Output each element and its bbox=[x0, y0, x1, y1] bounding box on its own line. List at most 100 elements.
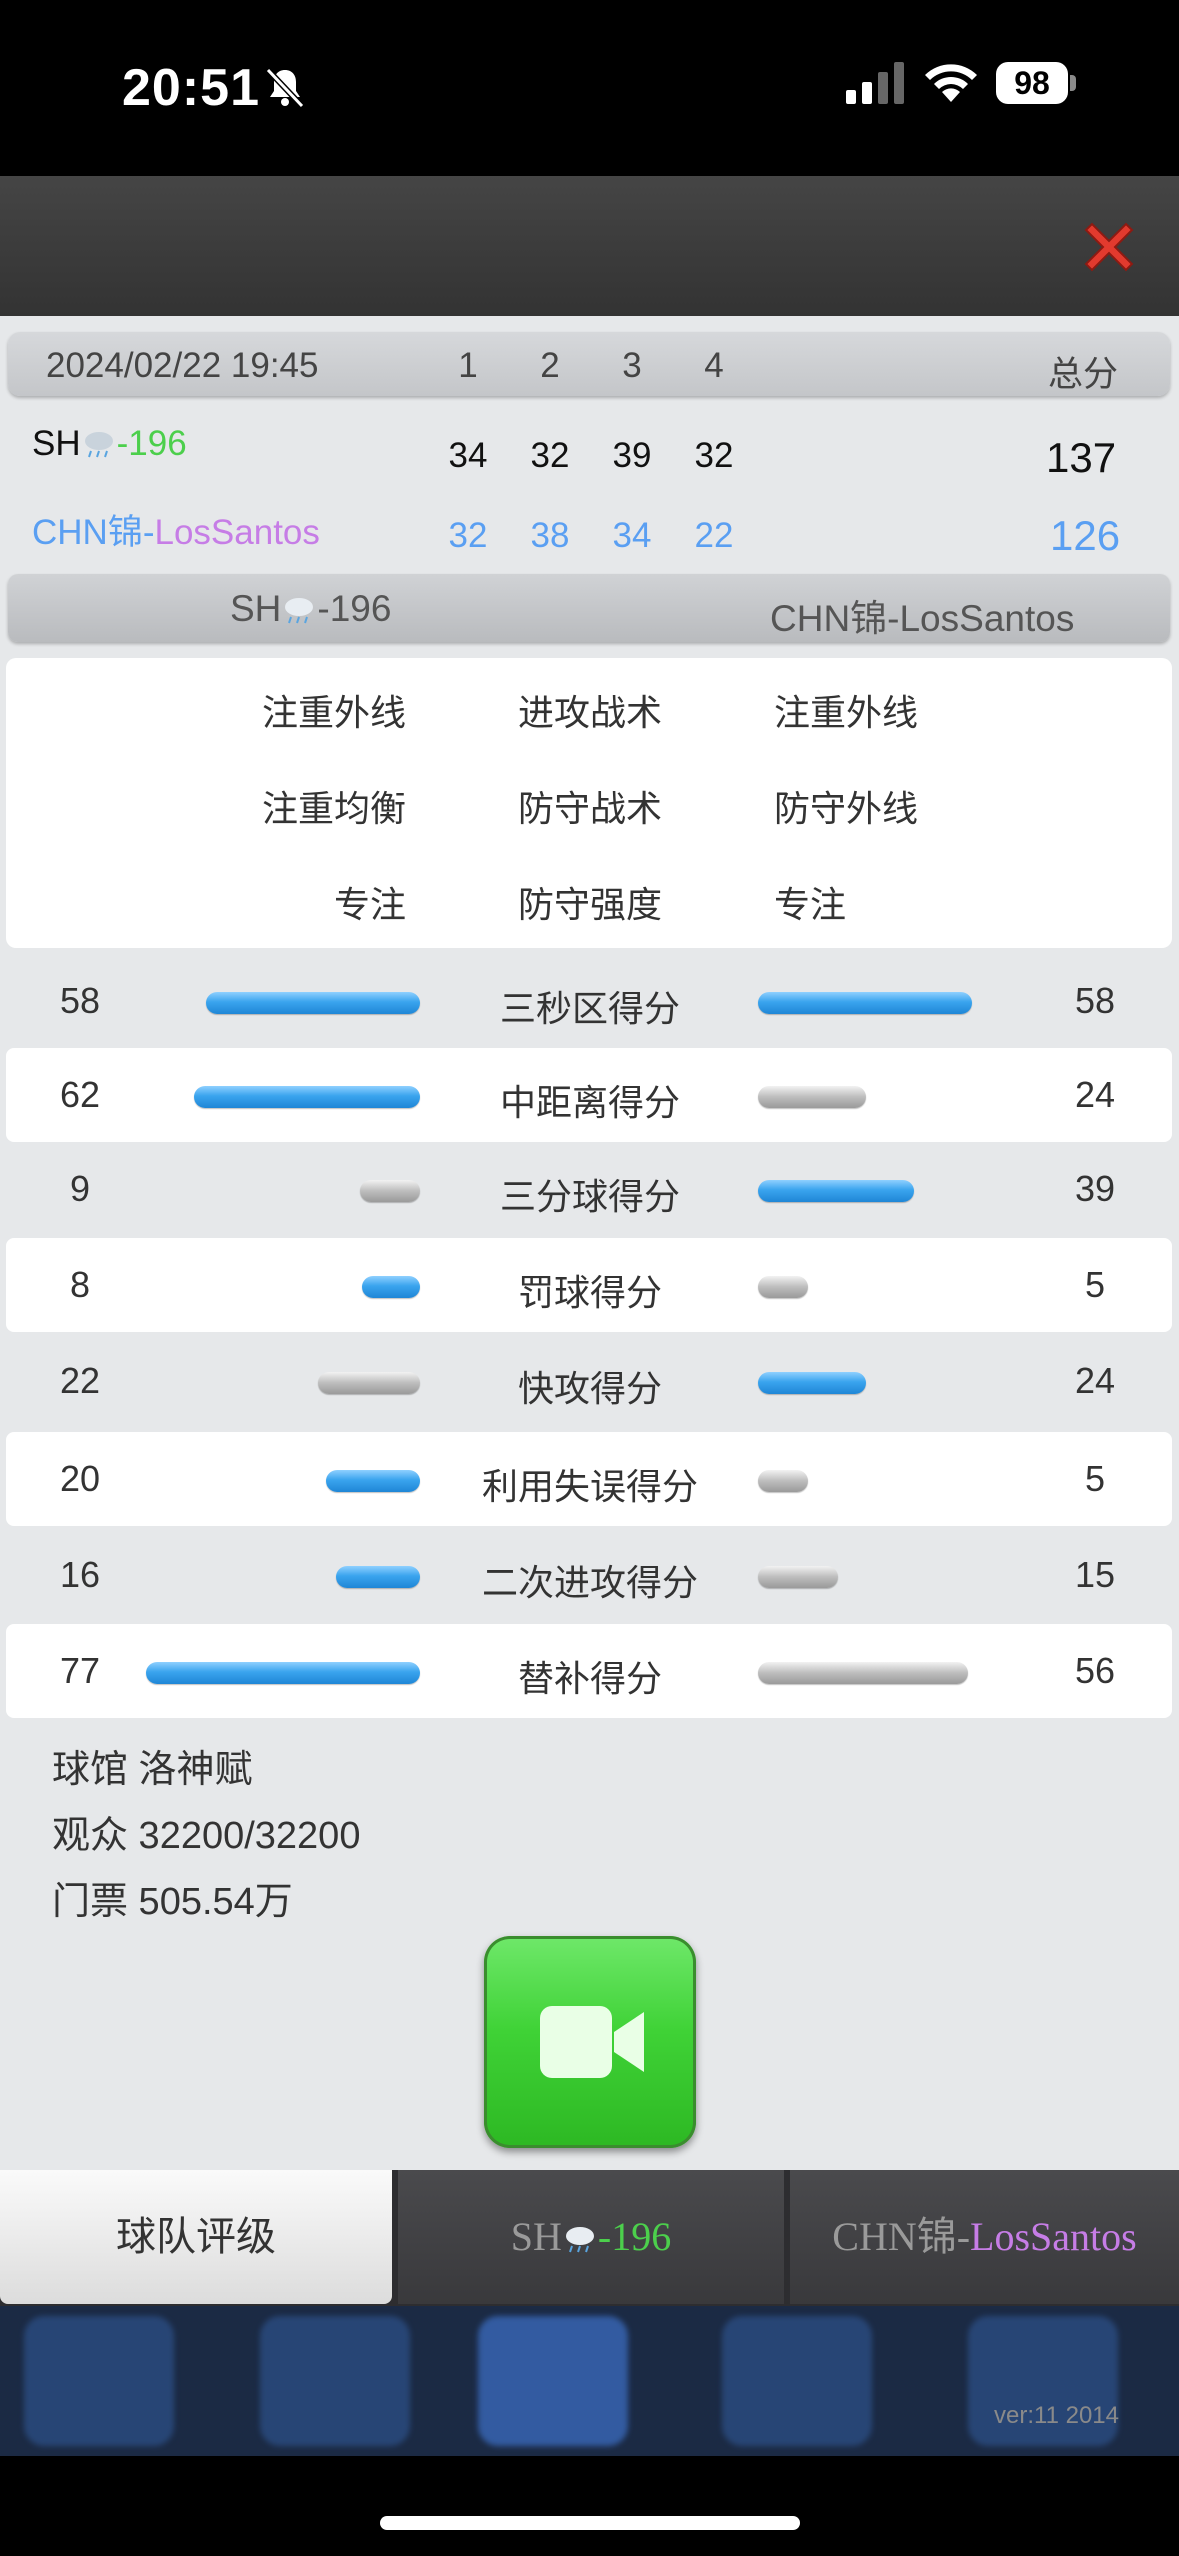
stat-home-value: 8 bbox=[69, 1264, 91, 1305]
stat-away-value: 24 bbox=[1074, 1360, 1116, 1401]
quarter-3-label: 3 bbox=[622, 346, 642, 385]
battery-level: 98 bbox=[996, 62, 1068, 104]
video-camera-icon bbox=[540, 2006, 644, 2078]
stat-row: 8 罚球得分 5 bbox=[6, 1238, 1172, 1332]
home-q1: 34 bbox=[448, 436, 488, 475]
stat-label: 三秒区得分 bbox=[499, 988, 680, 1029]
stat-away-value: 56 bbox=[1074, 1650, 1116, 1691]
home-total: 137 bbox=[1046, 434, 1117, 481]
status-bar: 20:51 98 bbox=[0, 0, 1179, 176]
home-tactic-intensity: 专注 bbox=[334, 884, 407, 925]
stat-label: 快攻得分 bbox=[517, 1368, 662, 1409]
stat-label: 中距离得分 bbox=[499, 1082, 680, 1123]
video-replay-button[interactable] bbox=[484, 1936, 696, 2148]
stat-row: 22 快攻得分 24 bbox=[0, 1334, 1179, 1428]
away-tactic-defense: 防守外线 bbox=[774, 788, 919, 829]
stat-away-bar bbox=[758, 1566, 838, 1588]
battery-icon: 98 bbox=[996, 62, 1076, 104]
stat-home-bar bbox=[326, 1470, 420, 1492]
dialog-header bbox=[0, 176, 1179, 316]
away-tactic-offense: 注重外线 bbox=[774, 692, 919, 733]
stat-row: 77 替补得分 56 bbox=[6, 1624, 1172, 1718]
home-bar-area bbox=[0, 2456, 1179, 2556]
away-total: 126 bbox=[1050, 512, 1121, 559]
stat-away-value: 5 bbox=[1084, 1264, 1106, 1305]
stat-label: 利用失误得分 bbox=[481, 1466, 698, 1507]
venue-tickets: 门票 505.54万 bbox=[52, 1881, 293, 1923]
stat-away-bar bbox=[758, 1276, 808, 1298]
stat-label: 二次进攻得分 bbox=[481, 1562, 698, 1603]
quarter-4-label: 4 bbox=[704, 346, 724, 385]
stat-label: 替补得分 bbox=[517, 1658, 662, 1699]
total-label: 总分 bbox=[1048, 355, 1119, 394]
stat-label: 罚球得分 bbox=[517, 1272, 662, 1313]
venue-attendance: 观众 32200/32200 bbox=[52, 1815, 361, 1857]
stat-home-value: 22 bbox=[59, 1360, 101, 1401]
rain-cloud-icon bbox=[565, 2227, 594, 2253]
stat-row: 20 利用失误得分 5 bbox=[6, 1432, 1172, 1526]
home-q3: 39 bbox=[612, 436, 652, 475]
stat-home-value: 20 bbox=[59, 1458, 101, 1499]
away-q1: 32 bbox=[448, 516, 488, 555]
stat-away-bar bbox=[758, 1180, 914, 1202]
away-q2: 38 bbox=[530, 516, 570, 555]
tactic-label-offense: 进攻战术 bbox=[518, 692, 663, 733]
tactics-panel: 注重外线 进攻战术 注重外线 注重均衡 防守战术 防守外线 专注 防守强度 专注 bbox=[6, 658, 1172, 948]
stat-away-value: 5 bbox=[1084, 1458, 1106, 1499]
tab-home-team[interactable]: SH -196 bbox=[398, 2170, 784, 2304]
stat-home-value: 58 bbox=[59, 980, 101, 1021]
away-score-row: CHN锦-LosSantos 32 38 34 22 126 bbox=[0, 490, 1179, 560]
away-q3: 34 bbox=[612, 516, 652, 555]
stat-away-value: 24 bbox=[1074, 1074, 1116, 1115]
cellular-signal-icon bbox=[846, 62, 904, 104]
stat-home-bar bbox=[146, 1662, 420, 1684]
tab-team-rating[interactable]: 球队评级 bbox=[0, 2170, 392, 2304]
stat-away-value: 15 bbox=[1074, 1554, 1116, 1595]
stat-away-bar bbox=[758, 1470, 808, 1492]
home-score-row: SH -196 34 32 39 32 137 bbox=[0, 410, 1179, 481]
stat-home-bar bbox=[194, 1086, 420, 1108]
background-app-dock: ver:11 2014 bbox=[0, 2306, 1179, 2456]
team-bar-away: CHN锦-LosSantos bbox=[770, 598, 1075, 639]
status-time: 20:51 bbox=[122, 59, 260, 117]
stat-away-value: 58 bbox=[1074, 980, 1116, 1021]
team-bar-home: SH -196 bbox=[230, 588, 392, 629]
tab-away-team[interactable]: CHN锦-LosSantos bbox=[790, 2170, 1179, 2304]
team-names-bar: SH -196 CHN锦-LosSantos bbox=[8, 574, 1170, 642]
bell-muted-icon bbox=[265, 67, 305, 109]
stat-home-bar bbox=[360, 1180, 420, 1202]
rain-cloud-icon bbox=[285, 598, 314, 624]
stat-home-bar bbox=[336, 1566, 420, 1588]
version-label: ver:11 2014 bbox=[994, 2402, 1119, 2429]
stat-label: 三分球得分 bbox=[499, 1176, 680, 1217]
home-q4: 32 bbox=[694, 436, 734, 475]
home-team-name: SH -196 bbox=[32, 424, 187, 463]
stat-home-value: 16 bbox=[59, 1554, 101, 1595]
home-indicator[interactable] bbox=[380, 2516, 800, 2530]
tactic-label-defense: 防守战术 bbox=[518, 788, 663, 829]
venue-arena: 球馆 洛神赋 bbox=[52, 1749, 253, 1791]
quarter-1-label: 1 bbox=[458, 346, 478, 385]
match-date: 2024/02/22 19:45 bbox=[46, 346, 319, 385]
home-tactic-defense: 注重均衡 bbox=[262, 788, 407, 829]
stat-home-value: 9 bbox=[69, 1168, 91, 1209]
stat-row: 62 中距离得分 24 bbox=[6, 1048, 1172, 1142]
away-q4: 22 bbox=[694, 516, 734, 555]
stat-home-bar bbox=[362, 1276, 420, 1298]
home-tactic-offense: 注重外线 bbox=[262, 692, 407, 733]
rain-cloud-icon bbox=[84, 432, 113, 458]
close-icon[interactable] bbox=[1078, 216, 1140, 278]
stat-row: 58 三秒区得分 58 bbox=[0, 954, 1179, 1048]
quarter-2-label: 2 bbox=[540, 346, 560, 385]
stat-home-value: 62 bbox=[59, 1074, 101, 1115]
stat-away-bar bbox=[758, 992, 972, 1014]
stat-away-bar bbox=[758, 1662, 968, 1684]
wifi-icon bbox=[925, 64, 977, 102]
score-table-header: 2024/02/22 19:45 1 2 3 4 总分 bbox=[8, 332, 1170, 396]
tactic-label-intensity: 防守强度 bbox=[518, 884, 663, 925]
stat-away-bar bbox=[758, 1086, 866, 1108]
stat-away-value: 39 bbox=[1074, 1168, 1116, 1209]
stat-home-value: 77 bbox=[59, 1650, 101, 1691]
stat-row: 9 三分球得分 39 bbox=[0, 1142, 1179, 1236]
stat-home-bar bbox=[206, 992, 420, 1014]
